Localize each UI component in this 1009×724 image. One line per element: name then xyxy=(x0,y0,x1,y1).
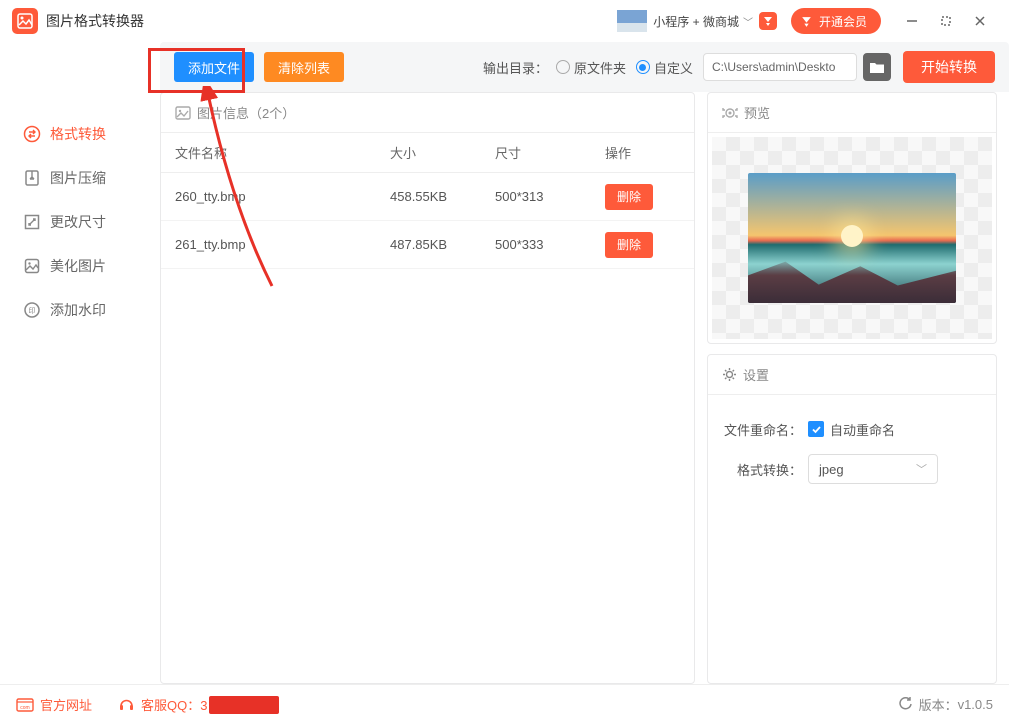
table-header: 文件名称 大小 尺寸 操作 xyxy=(161,133,694,173)
version-value: v1.0.5 xyxy=(958,697,993,712)
official-website-link[interactable]: com 官方网址 xyxy=(16,695,92,714)
radio-original-folder[interactable]: 原文件夹 xyxy=(556,58,626,77)
official-label: 官方网址 xyxy=(40,695,92,714)
user-avatar[interactable] xyxy=(617,10,647,32)
version-info[interactable]: 版本： v1.0.5 xyxy=(898,695,993,714)
preview-header: 预览 xyxy=(708,93,996,133)
app-logo xyxy=(12,8,38,34)
website-icon: com xyxy=(16,698,34,712)
user-dropdown[interactable]: 小程序 + 微商城 ﹀ xyxy=(653,13,753,30)
col-size: 大小 xyxy=(390,143,495,162)
sidebar: 格式转换 图片压缩 更改尺寸 美化图片 印 添加水印 xyxy=(0,92,150,684)
sidebar-item-format-convert[interactable]: 格式转换 xyxy=(0,112,150,156)
chevron-down-icon: ﹀ xyxy=(916,461,927,477)
settings-header: 设置 xyxy=(708,355,996,395)
main: 格式转换 图片压缩 更改尺寸 美化图片 印 添加水印 图片信息（2个） 文件名称 xyxy=(0,92,1009,684)
format-label: 格式转换： xyxy=(724,460,802,479)
open-vip-button[interactable]: 开通会员 xyxy=(791,8,881,34)
settings-title: 设置 xyxy=(743,365,769,384)
cell-filename: 261_tty.bmp xyxy=(175,237,390,252)
file-list-panel: 图片信息（2个） 文件名称 大小 尺寸 操作 260_tty.bmp 458.5… xyxy=(160,92,695,684)
customer-service-qq[interactable]: 客服QQ：3 xyxy=(118,695,279,714)
setting-rename-row: 文件重命名： 自动重命名 xyxy=(724,409,980,449)
auto-rename-checkbox[interactable] xyxy=(808,421,824,437)
sidebar-item-label: 格式转换 xyxy=(50,124,106,144)
gear-icon xyxy=(722,367,737,382)
footer: com 官方网址 客服QQ：3 版本： v1.0.5 xyxy=(0,684,1009,724)
col-dimensions: 尺寸 xyxy=(495,143,605,162)
sidebar-item-label: 更改尺寸 xyxy=(50,212,106,232)
image-info-icon xyxy=(175,106,191,120)
table-row: 260_tty.bmp 458.55KB 500*313 删除 xyxy=(161,173,694,221)
rename-check-label: 自动重命名 xyxy=(830,420,895,439)
clear-list-button[interactable]: 清除列表 xyxy=(264,52,344,82)
start-convert-button[interactable]: 开始转换 xyxy=(903,51,995,83)
browse-folder-button[interactable] xyxy=(863,53,891,81)
maximize-button[interactable] xyxy=(933,8,959,34)
add-files-button[interactable]: 添加文件 xyxy=(174,52,254,82)
version-label: 版本： xyxy=(919,695,958,714)
output-path-input[interactable] xyxy=(703,53,857,81)
compress-icon xyxy=(22,168,42,188)
svg-text:com: com xyxy=(20,705,29,711)
preview-panel: 预览 xyxy=(707,92,997,344)
sidebar-item-resize[interactable]: 更改尺寸 xyxy=(0,200,150,244)
app-title: 图片格式转换器 xyxy=(46,11,144,31)
headset-icon xyxy=(118,696,135,713)
settings-panel: 设置 文件重命名： 自动重命名 格式转换： jpeg ﹀ xyxy=(707,354,997,684)
sidebar-item-watermark[interactable]: 印 添加水印 xyxy=(0,288,150,332)
close-button[interactable] xyxy=(967,8,993,34)
cell-filename: 260_tty.bmp xyxy=(175,189,390,204)
preview-title: 预览 xyxy=(744,103,770,122)
sidebar-item-beautify[interactable]: 美化图片 xyxy=(0,244,150,288)
title-bar: 图片格式转换器 小程序 + 微商城 ﹀ 开通会员 xyxy=(0,0,1009,42)
minimize-button[interactable] xyxy=(899,8,925,34)
convert-icon xyxy=(22,124,42,144)
watermark-icon: 印 xyxy=(22,300,42,320)
sidebar-item-label: 图片压缩 xyxy=(50,168,106,188)
col-action: 操作 xyxy=(605,143,680,162)
setting-format-row: 格式转换： jpeg ﹀ xyxy=(724,449,980,489)
beautify-icon xyxy=(22,256,42,276)
sidebar-item-label: 美化图片 xyxy=(50,256,106,276)
open-vip-label: 开通会员 xyxy=(819,13,867,30)
preview-image xyxy=(748,173,956,303)
sidebar-item-label: 添加水印 xyxy=(50,300,106,320)
format-select[interactable]: jpeg ﹀ xyxy=(808,454,938,484)
file-panel-title: 图片信息（2个） xyxy=(197,103,295,122)
preview-icon xyxy=(722,106,738,120)
vip-icon xyxy=(799,13,815,29)
output-dir-label: 输出目录： xyxy=(483,58,548,77)
col-filename: 文件名称 xyxy=(175,143,390,162)
chevron-down-icon: ﹀ xyxy=(743,14,753,29)
vip-badge-icon[interactable] xyxy=(759,12,777,30)
user-text: 小程序 + 微商城 xyxy=(653,13,739,30)
radio-custom-folder[interactable]: 自定义 xyxy=(636,58,693,77)
cell-size: 458.55KB xyxy=(390,189,495,204)
resize-icon xyxy=(22,212,42,232)
toolbar: 添加文件 清除列表 输出目录： 原文件夹 自定义 开始转换 xyxy=(0,42,1009,92)
cell-size: 487.85KB xyxy=(390,237,495,252)
cell-dimensions: 500*313 xyxy=(495,189,605,204)
sidebar-item-compress[interactable]: 图片压缩 xyxy=(0,156,150,200)
svg-text:印: 印 xyxy=(29,307,36,315)
table-row: 261_tty.bmp 487.85KB 500*333 删除 xyxy=(161,221,694,269)
delete-button[interactable]: 删除 xyxy=(605,184,653,210)
delete-button[interactable]: 删除 xyxy=(605,232,653,258)
format-value: jpeg xyxy=(819,462,844,477)
refresh-icon xyxy=(898,696,913,714)
cell-dimensions: 500*333 xyxy=(495,237,605,252)
file-panel-header: 图片信息（2个） xyxy=(161,93,694,133)
rename-label: 文件重命名： xyxy=(724,420,802,439)
qq-label: 客服QQ：3 xyxy=(141,695,207,714)
preview-body xyxy=(712,137,992,339)
qq-number-redacted xyxy=(209,696,279,714)
